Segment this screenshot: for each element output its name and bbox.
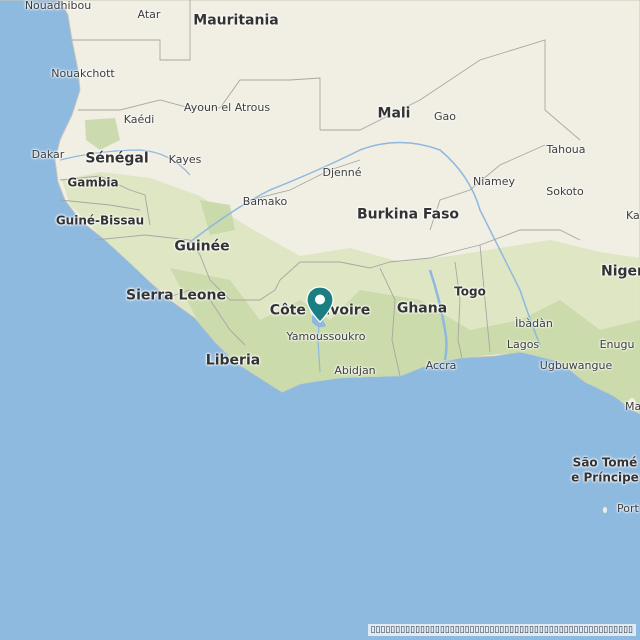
city-label-accra: Accra bbox=[425, 358, 457, 372]
city-label-abidjan: Abidjan bbox=[334, 363, 376, 377]
city-label-tahoua: Tahoua bbox=[546, 142, 586, 156]
city-label-ugbuwangue: Ugbuwangue bbox=[539, 358, 613, 372]
country-label-nigeria: Niger bbox=[601, 263, 640, 280]
country-label-liberia: Liberia bbox=[205, 352, 261, 369]
country-label-sierra-leone: Sierra Leone bbox=[125, 287, 227, 304]
country-label-mauritania: Mauritania bbox=[193, 12, 279, 29]
location-pin-marker[interactable] bbox=[305, 286, 335, 324]
city-label-dakar: Dakar bbox=[31, 147, 65, 161]
country-label-ghana: Ghana bbox=[396, 300, 448, 317]
city-label-nouakchott: Nouakchott bbox=[51, 66, 115, 80]
city-label-djenne: Djenné bbox=[322, 165, 362, 179]
map-viewport[interactable]: Mauritania Mali Sénégal Gambia Guiné-Bis… bbox=[0, 0, 640, 640]
city-label-enugu: Enugu bbox=[599, 337, 635, 351]
country-label-gambia: Gambia bbox=[67, 175, 119, 190]
country-label-guinea: Guinée bbox=[174, 238, 230, 255]
city-label-lagos: Lagos bbox=[506, 337, 540, 351]
city-label-malabo: Ma bbox=[625, 399, 640, 413]
country-label-principe: e Príncipe bbox=[571, 470, 639, 485]
country-label-senegal: Sénégal bbox=[85, 150, 149, 167]
city-label-niamey: Niamey bbox=[472, 174, 516, 188]
country-label-togo: Togo bbox=[454, 284, 486, 299]
island-sao-tome bbox=[603, 507, 607, 513]
city-label-kano: Ka bbox=[626, 208, 640, 222]
map-pin-icon bbox=[306, 286, 334, 323]
city-label-sokoto: Sokoto bbox=[546, 184, 584, 198]
country-label-burkina-faso: Burkina Faso bbox=[356, 206, 460, 223]
city-label-ayoun-el-atrous: Ayoun el Atrous bbox=[183, 100, 271, 114]
map-attribution[interactable]: ▯▯▯▯▯▯▯▯▯▯▯▯▯▯▯▯▯▯▯▯▯▯▯▯▯▯▯▯▯▯▯▯▯▯▯▯▯▯▯▯… bbox=[367, 624, 636, 636]
country-label-sao-tome: São Tomé bbox=[572, 455, 638, 470]
city-label-kayes: Kayes bbox=[168, 152, 202, 166]
city-label-kaedi: Kaédi bbox=[123, 112, 155, 126]
country-label-guinea-bissau: Guiné-Bissau bbox=[55, 213, 145, 228]
city-label-ibadan: Ìbàdàn bbox=[515, 316, 553, 330]
city-label-bamako: Bamako bbox=[242, 194, 288, 208]
city-label-port: Port bbox=[617, 501, 639, 515]
city-label-atar: Atar bbox=[137, 7, 161, 21]
city-label-gao: Gao bbox=[434, 109, 456, 123]
city-label-yamoussoukro: Yamoussoukro bbox=[286, 329, 366, 343]
city-label-nouadhibou: Nouadhibou bbox=[24, 0, 92, 12]
country-label-mali: Mali bbox=[377, 105, 411, 122]
